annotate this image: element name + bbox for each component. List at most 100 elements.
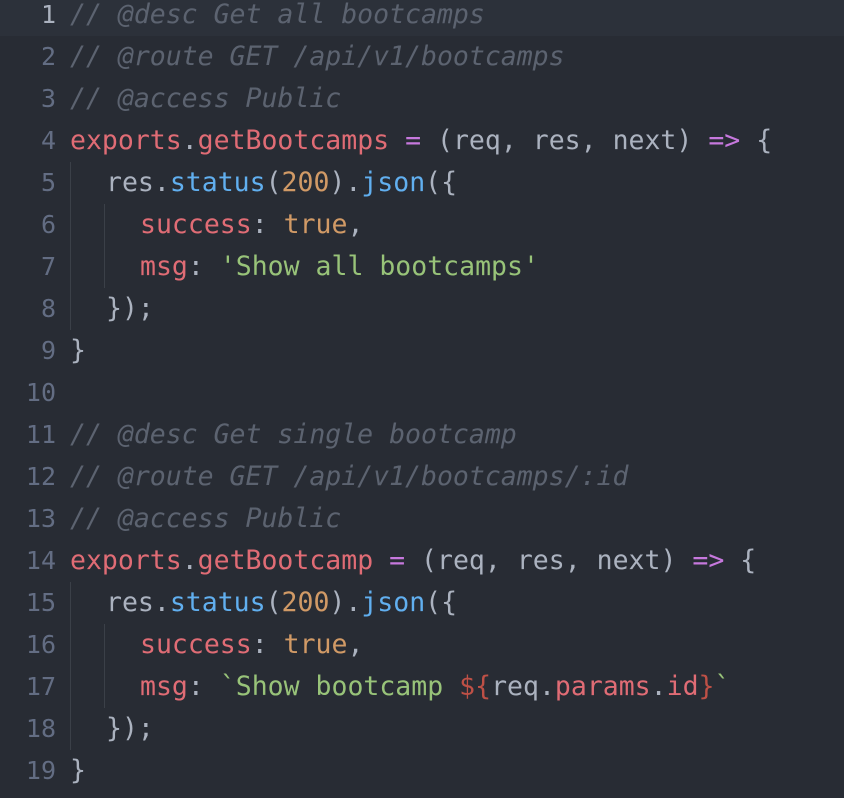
line-code: // @desc Get all bootcamps: [70, 0, 485, 36]
code-token: res: [106, 587, 154, 618]
code-line[interactable]: 19}: [0, 750, 844, 792]
line-code: success: true,: [140, 204, 363, 246]
line-code: // @route GET /api/v1/bootcamps/:id: [70, 456, 628, 498]
code-token: // @route GET /api/v1/bootcamps: [70, 41, 565, 72]
code-token: .: [650, 671, 667, 702]
code-token: ,: [580, 125, 613, 156]
code-token: json: [361, 587, 426, 618]
line-code: msg: `Show bootcamp ${req.params.id}`: [140, 666, 730, 708]
line-number: 13: [25, 504, 56, 533]
line-code: // @access Public: [70, 78, 341, 120]
code-line[interactable]: 5 res.status(200).json({: [0, 162, 844, 204]
line-number: 19: [25, 756, 56, 785]
line-code: exports.getBootcamps = (req, res, next) …: [70, 120, 772, 162]
code-token: ): [676, 125, 709, 156]
line-code: // @route GET /api/v1/bootcamps: [70, 36, 565, 78]
code-token: true: [283, 629, 348, 660]
line-code: }: [70, 330, 86, 372]
code-line[interactable]: 12 // @route GET /api/v1/bootcamps/:id: [0, 456, 844, 498]
code-token: // @desc Get single bootcamp: [70, 419, 517, 450]
line-number: 16: [25, 630, 56, 659]
code-token: .: [153, 587, 170, 618]
indent-guide: [104, 624, 105, 666]
line-number: 15: [25, 588, 56, 617]
code-line[interactable]: 1 // @desc Get all bootcamps: [0, 0, 844, 36]
code-token: ({: [425, 587, 458, 618]
line-code: res.status(200).json({: [106, 162, 457, 204]
code-token: next: [596, 545, 661, 576]
code-token: req: [437, 545, 485, 576]
code-line[interactable]: 3 // @access Public: [0, 78, 844, 120]
code-token: true: [283, 209, 348, 240]
code-line[interactable]: 18});: [0, 708, 844, 750]
line-number: 14: [25, 546, 56, 575]
code-token: }: [698, 671, 715, 702]
code-token: next: [612, 125, 677, 156]
code-token: ,: [500, 125, 533, 156]
code-token: // @access Public: [70, 503, 342, 534]
line-code: });: [106, 288, 154, 330]
code-token: (: [265, 167, 282, 198]
indent-guide: [70, 666, 71, 708]
indent-guide: [70, 288, 71, 330]
code-line[interactable]: 15 res.status(200).json({: [0, 582, 844, 624]
line-number: 17: [25, 672, 56, 701]
line-code: msg: 'Show all bootcamps': [140, 246, 539, 288]
code-token: `Show bootcamp: [219, 671, 460, 702]
line-number: 10: [25, 378, 56, 407]
code-token: ${: [459, 671, 492, 702]
code-token: ({: [425, 167, 458, 198]
code-token: getBootcamps: [197, 125, 390, 156]
code-token: :: [251, 209, 268, 240]
code-line[interactable]: 14 exports.getBootcamp = (req, res, next)…: [0, 540, 844, 582]
code-token: (: [405, 545, 438, 576]
code-token: =: [405, 125, 422, 156]
indent-guide: [104, 666, 105, 708]
code-token: .: [538, 671, 555, 702]
code-token: msg: [140, 671, 188, 702]
code-line[interactable]: 2 // @route GET /api/v1/bootcamps: [0, 36, 844, 78]
line-number: 5: [40, 168, 56, 197]
line-code: }: [70, 750, 86, 792]
line-number: 1: [40, 0, 56, 29]
code-token: res: [516, 545, 565, 576]
code-line[interactable]: 17 msg: `Show bootcamp ${req.params.id}`: [0, 666, 844, 708]
code-line[interactable]: 13 // @access Public: [0, 498, 844, 540]
code-line[interactable]: 4 exports.getBootcamps = (req, res, next)…: [0, 120, 844, 162]
code-token: });: [106, 293, 154, 324]
code-token: `: [714, 671, 731, 702]
code-token: status: [169, 587, 266, 618]
code-token: // @desc Get all bootcamps: [70, 0, 485, 30]
line-number: 2: [40, 42, 56, 71]
code-token: .: [181, 545, 198, 576]
line-number: 9: [40, 336, 56, 365]
code-line[interactable]: 7 msg: 'Show all bootcamps': [0, 246, 844, 288]
code-line[interactable]: 8});: [0, 288, 844, 330]
code-token: ): [660, 545, 693, 576]
code-token: ,: [484, 545, 517, 576]
code-token: {: [724, 545, 757, 576]
line-number: 12: [25, 462, 56, 491]
code-token: }: [70, 335, 86, 366]
line-number: 11: [25, 420, 56, 449]
code-token: {: [740, 125, 773, 156]
code-token: msg: [140, 251, 188, 282]
code-token: ,: [564, 545, 597, 576]
code-editor[interactable]: 1 // @desc Get all bootcamps 2 // @route GE…: [0, 0, 844, 798]
code-line[interactable]: 11 // @desc Get single bootcamp: [0, 414, 844, 456]
code-token: (: [421, 125, 453, 156]
code-line[interactable]: 6 success: true,: [0, 204, 844, 246]
code-token: status: [169, 167, 266, 198]
code-line[interactable]: 16 success: true,: [0, 624, 844, 666]
code-token: =: [389, 545, 406, 576]
code-token: :: [251, 629, 268, 660]
code-line[interactable]: 9}: [0, 330, 844, 372]
code-token: .: [181, 125, 198, 156]
code-line[interactable]: 10: [0, 372, 844, 414]
code-token: res: [532, 125, 581, 156]
line-code: // @desc Get single bootcamp: [70, 414, 517, 456]
code-token: req: [491, 671, 539, 702]
